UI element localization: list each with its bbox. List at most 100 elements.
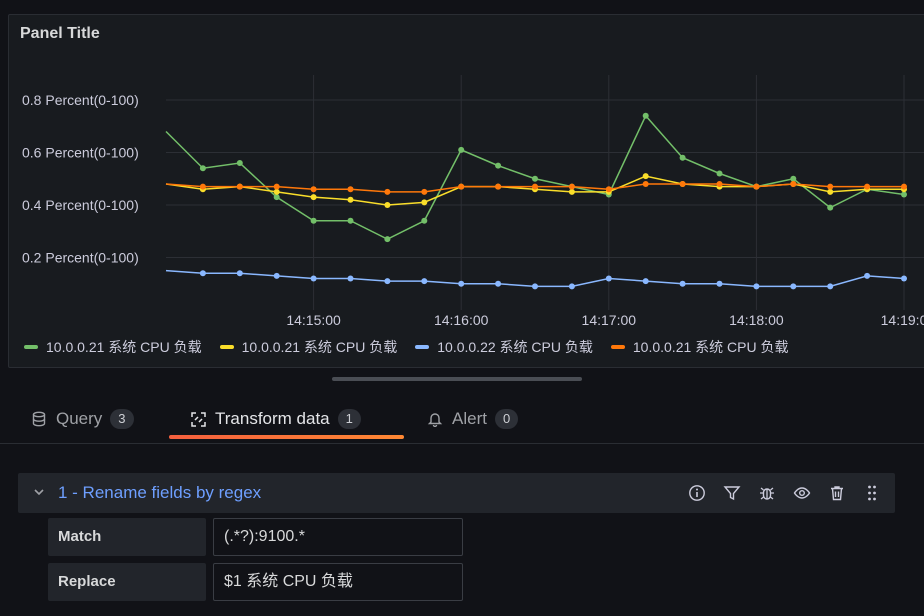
drag-handle-icon[interactable] <box>862 483 881 502</box>
match-label: Match <box>48 518 206 556</box>
data-point <box>310 186 317 193</box>
data-point <box>273 183 280 190</box>
data-point <box>864 183 871 190</box>
data-point <box>901 183 907 190</box>
data-point <box>532 183 538 190</box>
data-point <box>347 186 354 193</box>
y-tick-label: 0.2 Percent(0-100) <box>22 250 139 266</box>
data-point <box>532 175 538 182</box>
data-point <box>568 183 575 190</box>
data-point <box>790 283 797 290</box>
data-point <box>642 173 649 180</box>
data-point <box>827 188 834 195</box>
data-point <box>901 275 907 282</box>
data-point <box>236 160 243 166</box>
data-point <box>716 181 723 187</box>
info-icon[interactable] <box>687 483 706 502</box>
data-point <box>310 275 317 282</box>
data-point <box>827 204 834 211</box>
database-icon <box>30 410 48 428</box>
tab-alert[interactable]: Alert 0 <box>426 397 519 441</box>
tab-query-count: 3 <box>110 409 134 429</box>
data-point <box>384 188 391 195</box>
data-point <box>753 183 760 190</box>
legend-item[interactable]: 10.0.0.22 系统 CPU 负载 <box>415 337 593 357</box>
data-point <box>532 283 538 290</box>
data-point <box>347 275 354 282</box>
editor-tabs: Query 3 Transform data 1 Alert 0 <box>0 397 924 444</box>
tab-alert-label: Alert <box>452 409 487 428</box>
legend-swatch <box>610 345 625 349</box>
data-point <box>568 283 575 290</box>
data-point <box>901 191 907 198</box>
x-tick-label: 14:18:00 <box>729 312 784 328</box>
time-series-chart: 0.8 Percent(0-100) 0.6 Percent(0-100) 0.4 … <box>22 75 924 328</box>
data-point <box>605 275 612 282</box>
data-point <box>716 170 723 177</box>
data-point <box>421 217 428 224</box>
data-point <box>679 154 686 161</box>
data-point <box>827 283 834 290</box>
legend-label: 10.0.0.22 系统 CPU 负载 <box>437 339 593 355</box>
active-tab-indicator <box>169 435 404 439</box>
replace-label: Replace <box>48 563 206 601</box>
y-tick-label: 0.4 Percent(0-100) <box>22 197 139 213</box>
data-point <box>273 272 280 279</box>
data-point <box>384 278 391 285</box>
bug-icon[interactable] <box>757 483 776 502</box>
transformation-actions <box>687 483 881 502</box>
x-tick-label: 14:17:00 <box>582 312 637 328</box>
data-point <box>236 183 243 190</box>
legend-swatch <box>415 345 430 349</box>
data-point <box>679 280 686 287</box>
chart-panel: Panel Title 0.8 Percent(0-100) 0.6 Percen… <box>8 14 924 368</box>
data-point <box>716 280 723 287</box>
data-point <box>421 278 428 285</box>
data-point <box>199 270 206 277</box>
transformation-header[interactable]: 1 - Rename fields by regex <box>18 473 895 513</box>
data-point <box>199 165 206 172</box>
legend-label: 10.0.0.21 系统 CPU 负载 <box>46 339 202 355</box>
data-point <box>864 272 871 279</box>
data-point <box>384 236 391 243</box>
replace-input[interactable]: $1 系统 CPU 负载 <box>213 563 463 601</box>
data-point <box>384 202 391 208</box>
resize-splitter[interactable] <box>332 377 582 381</box>
legend-item[interactable]: 10.0.0.21 系统 CPU 负载 <box>24 337 202 357</box>
trash-icon[interactable] <box>827 483 846 502</box>
transform-icon <box>189 410 207 428</box>
data-point <box>199 183 206 190</box>
tab-transform-label: Transform data <box>215 409 330 428</box>
bell-icon <box>426 410 444 428</box>
data-point <box>827 183 834 190</box>
eye-icon[interactable] <box>792 483 811 502</box>
legend-item[interactable]: 10.0.0.21 系统 CPU 负载 <box>219 337 397 357</box>
data-point <box>642 181 649 187</box>
tab-query[interactable]: Query 3 <box>30 397 134 441</box>
x-tick-label: 14:19:0 <box>881 312 924 328</box>
data-point <box>790 175 797 182</box>
tab-alert-count: 0 <box>494 409 519 429</box>
legend-item[interactable]: 10.0.0.21 系统 CPU 负载 <box>610 337 789 357</box>
x-tick-label: 14:15:00 <box>286 312 341 328</box>
transformation-title[interactable]: 1 - Rename fields by regex <box>58 483 261 503</box>
legend-label: 10.0.0.21 系统 CPU 负载 <box>632 339 789 355</box>
data-point <box>421 199 428 206</box>
data-point <box>495 183 502 190</box>
data-point <box>310 217 317 224</box>
data-point <box>495 162 502 169</box>
data-point <box>347 196 354 203</box>
chart-legend: 10.0.0.21 系统 CPU 负载 10.0.0.21 系统 CPU 负载 10… <box>24 337 789 357</box>
chevron-down-icon[interactable] <box>32 485 46 499</box>
filter-icon[interactable] <box>722 483 741 502</box>
data-point <box>458 280 465 287</box>
data-point <box>458 183 465 190</box>
match-input[interactable]: (.*?):9100.* <box>213 518 463 556</box>
data-point <box>421 188 428 195</box>
data-point <box>236 270 243 277</box>
legend-swatch <box>219 345 234 349</box>
y-tick-label: 0.8 Percent(0-100) <box>22 92 139 108</box>
x-tick-label: 14:16:00 <box>434 312 489 328</box>
data-point <box>753 283 760 290</box>
data-point <box>679 181 686 187</box>
